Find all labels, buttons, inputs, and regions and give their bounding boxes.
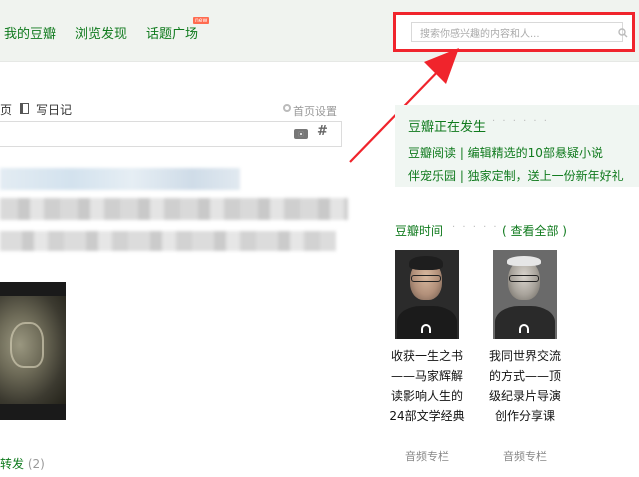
top-nav-bar: 我的豆瓣 浏览发现 话题广场 new 搜索你感兴趣的内容和人... — [0, 0, 639, 62]
course-cover[interactable] — [395, 250, 459, 339]
section-dots: · · · · · · — [492, 116, 549, 127]
douban-home-page: 我的豆瓣 浏览发现 话题广场 new 搜索你感兴趣的内容和人... 页 写日记 … — [0, 0, 639, 477]
douban-time-title: 豆瓣时间 — [395, 224, 444, 238]
headphone-icon — [519, 324, 529, 333]
nav-topics[interactable]: 话题广场 — [146, 23, 198, 42]
new-badge: new — [193, 17, 210, 24]
repost-link[interactable]: 转发 (2) — [0, 455, 45, 472]
course-tag: 音频专栏 — [405, 450, 449, 463]
course-title[interactable]: 我同世界交流的方式——顶级纪录片导演创作分享课 — [487, 346, 563, 426]
write-diary-link[interactable]: 写日记 — [36, 101, 72, 118]
blurred-feed-text — [0, 198, 348, 220]
blurred-feed-title — [0, 168, 240, 190]
search-input[interactable]: 搜索你感兴趣的内容和人... — [411, 22, 623, 42]
view-all-link[interactable]: ( 查看全部 ) — [502, 222, 567, 239]
nav-browse[interactable]: 浏览发现 — [75, 23, 127, 42]
gear-icon — [283, 104, 291, 112]
camera-icon[interactable] — [294, 129, 308, 139]
feed-photo[interactable] — [0, 282, 66, 420]
headphone-icon — [421, 324, 431, 333]
nav-my-douban[interactable]: 我的豆瓣 — [4, 23, 56, 42]
home-settings-link[interactable]: 首页设置 — [293, 103, 337, 119]
search-icon[interactable] — [618, 28, 628, 38]
section-dots: · · · · · · — [452, 222, 509, 233]
course-cover[interactable] — [493, 250, 557, 339]
happening-link-2[interactable]: 伴宠乐园 | 独家定制，送上一份新年好礼 — [408, 167, 624, 184]
status-composer-input[interactable]: # — [0, 121, 342, 147]
blurred-feed-text — [0, 231, 336, 251]
course-tag: 音频专栏 — [503, 450, 547, 463]
repost-count: (2) — [27, 457, 45, 471]
happening-link-1[interactable]: 豆瓣阅读 | 编辑精选的10部悬疑小说 — [408, 144, 603, 161]
happening-title: 豆瓣正在发生 — [408, 120, 487, 135]
happening-panel: 豆瓣正在发生 · · · · · · 豆瓣阅读 | 编辑精选的10部悬疑小说 伴… — [395, 105, 639, 187]
course-title[interactable]: 收获一生之书——马家辉解读影响人生的24部文学经典 — [389, 346, 465, 426]
tab-partial-label[interactable]: 页 — [0, 101, 12, 118]
repost-label: 转发 — [0, 457, 25, 471]
hash-icon[interactable]: # — [317, 124, 328, 139]
diary-icon — [20, 103, 29, 114]
